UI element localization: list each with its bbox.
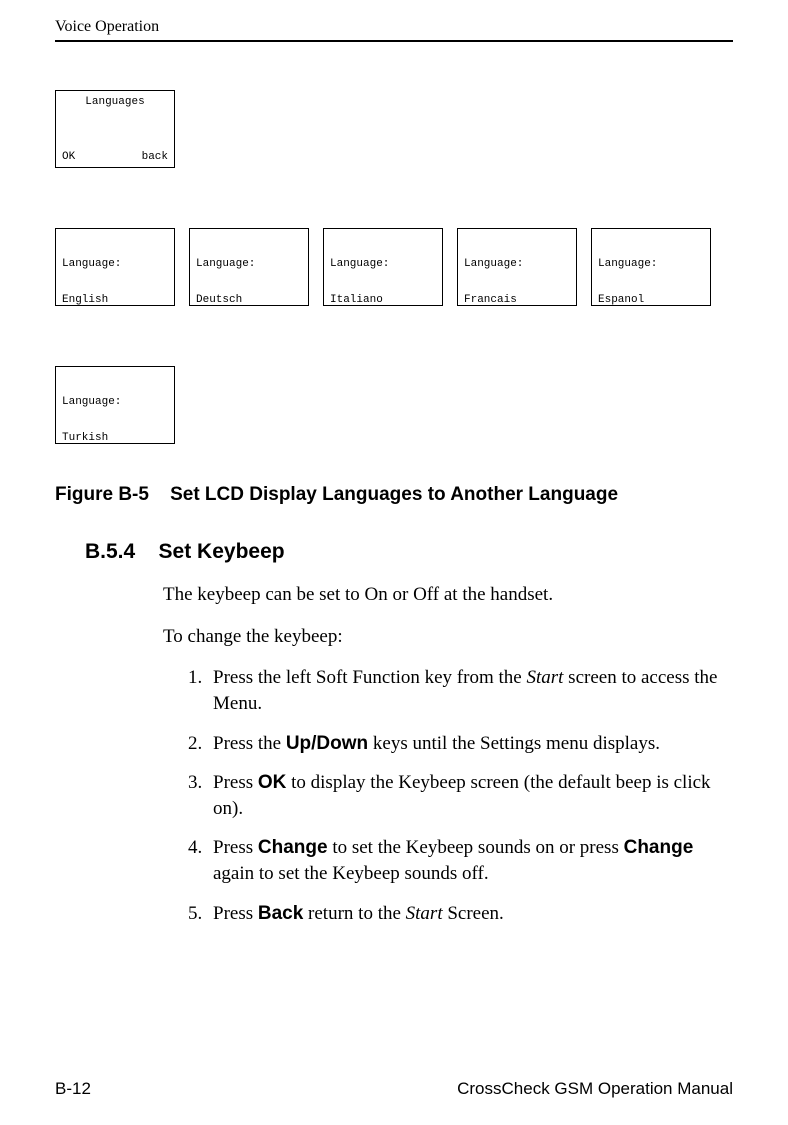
- lcd-title: Languages: [62, 96, 168, 108]
- section-title: Set Keybeep: [159, 540, 285, 563]
- lcd-value: Espanol: [598, 294, 704, 306]
- step-item: Press the left Soft Function key from th…: [207, 665, 733, 716]
- paragraph: To change the keybeep:: [163, 624, 733, 650]
- lcd-figure-area: Languages OK back Language: English OK b…: [55, 90, 733, 444]
- lcd-label: Language:: [598, 258, 704, 270]
- step-item: Press Change to set the Keybeep sounds o…: [207, 835, 733, 886]
- lcd-value: Deutsch: [196, 294, 302, 306]
- manual-title: CrossCheck GSM Operation Manual: [457, 1079, 733, 1099]
- lcd-screen-option: Language: Deutsch OK back: [189, 228, 309, 306]
- paragraph: The keybeep can be set to On or Off at t…: [163, 582, 733, 608]
- step-item: Press OK to display the Keybeep screen (…: [207, 770, 733, 821]
- step-item: Press Back return to the Start Screen.: [207, 901, 733, 927]
- lcd-screen-option: Language: Espanol OK back: [591, 228, 711, 306]
- lcd-screen-option: Language: Italiano OK back: [323, 228, 443, 306]
- lcd-value: Italiano: [330, 294, 436, 306]
- lcd-label: Language:: [62, 396, 168, 408]
- lcd-label: Language:: [330, 258, 436, 270]
- step-item: Press the Up/Down keys until the Setting…: [207, 731, 733, 757]
- ordered-steps: Press the left Soft Function key from th…: [163, 665, 733, 926]
- lcd-value: English: [62, 294, 168, 306]
- lcd-screen-option: Language: Francais OK back: [457, 228, 577, 306]
- section-heading: B.5.4 Set Keybeep: [85, 540, 733, 564]
- header-title: Voice Operation: [55, 18, 159, 36]
- section-number: B.5.4: [85, 540, 135, 563]
- lcd-softkey-right: back: [142, 151, 168, 163]
- lcd-screen-option: Language: English OK back: [55, 228, 175, 306]
- lcd-screen-option: Language: Turkish OK back: [55, 366, 175, 444]
- lcd-label: Language:: [196, 258, 302, 270]
- figure-title: Set LCD Display Languages to Another Lan…: [170, 484, 618, 505]
- lcd-value: Turkish: [62, 432, 168, 444]
- page-number: B-12: [55, 1079, 91, 1099]
- figure-number: Figure B-5: [55, 484, 149, 505]
- page-header: Voice Operation: [55, 0, 733, 42]
- lcd-screen-languages: Languages OK back: [55, 90, 175, 168]
- page-footer: B-12 CrossCheck GSM Operation Manual: [55, 1079, 733, 1099]
- lcd-softkey-left: OK: [62, 151, 75, 163]
- lcd-label: Language:: [62, 258, 168, 270]
- lcd-value: Francais: [464, 294, 570, 306]
- figure-caption: Figure B-5 Set LCD Display Languages to …: [55, 484, 733, 506]
- lcd-label: Language:: [464, 258, 570, 270]
